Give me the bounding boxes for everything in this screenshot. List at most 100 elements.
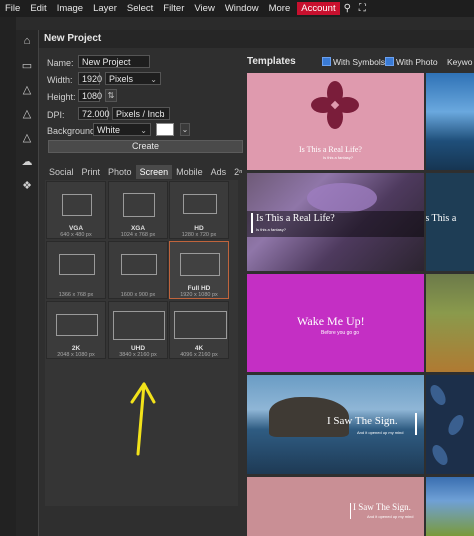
new-project-dialog: New Project Name: New Project Width: 192…	[38, 30, 474, 536]
menu-view[interactable]: View	[189, 3, 219, 14]
tab-print[interactable]: Print	[78, 165, 105, 179]
dpi-label: DPI:	[47, 110, 65, 120]
dropbox-icon[interactable]: ❖	[16, 174, 38, 196]
drive-icon-2[interactable]: △	[16, 102, 38, 124]
with-symbols-label: With Symbols	[333, 57, 385, 67]
preset-2k[interactable]: 2K 2048 x 1080 px	[46, 301, 106, 359]
template-card[interactable]	[426, 477, 474, 536]
template-title: I Saw The Sign.	[327, 415, 398, 427]
template-card[interactable]: Is This a Real Life? Is this a fantasy?	[247, 73, 424, 170]
preset-name: Full HD	[187, 285, 211, 292]
swap-dimensions-button[interactable]: ⇅	[105, 89, 117, 102]
create-button[interactable]: Create	[48, 140, 243, 153]
tab-mobile[interactable]: Mobile	[172, 165, 207, 179]
preset-size: 1366 x 768 px	[58, 292, 94, 298]
template-subtitle: Before you go go	[321, 330, 360, 336]
accent-bar	[415, 413, 417, 435]
menu-select[interactable]: Select	[122, 3, 158, 14]
template-subtitle: And it opened up my mind	[357, 430, 404, 435]
onedrive-icon[interactable]: ☁	[16, 150, 38, 172]
templates-header: Templates With Symbols With Photo Keywo	[247, 56, 474, 70]
preset-size: 4096 x 2160 px	[180, 352, 218, 358]
preset-size: 3840 x 2160 px	[119, 352, 157, 358]
checkbox-icon	[385, 57, 394, 66]
template-card[interactable]	[426, 73, 474, 170]
template-card[interactable]: Is This a	[426, 173, 474, 271]
template-card[interactable]: Wake Me Up! Before you go go	[247, 274, 424, 372]
with-symbols-checkbox[interactable]: With Symbols	[322, 57, 385, 67]
home-icon[interactable]: ⌂	[16, 30, 38, 52]
menu-filter[interactable]: Filter	[158, 3, 189, 14]
dpi-input[interactable]: 72.000	[78, 107, 110, 120]
fullscreen-icon[interactable]: ⛶	[355, 3, 370, 14]
preset-vga[interactable]: VGA 640 x 480 px	[46, 181, 106, 239]
preset-size: 640 x 480 px	[60, 232, 92, 238]
preset-frame	[62, 194, 92, 216]
tab-photo[interactable]: Photo	[104, 165, 136, 179]
chevron-down-icon: ⌄	[150, 75, 157, 84]
preset-tabs: Social Print Photo Screen Mobile Ads 2ⁿ	[45, 165, 243, 179]
chevron-down-icon: ⌄	[159, 110, 166, 119]
width-unit-select[interactable]: Pixels ⌄	[105, 72, 161, 85]
menu-more[interactable]: More	[264, 3, 296, 14]
template-card[interactable]	[426, 375, 474, 474]
menu-layer[interactable]: Layer	[88, 3, 122, 14]
keywords-label: Keywo	[447, 57, 473, 67]
height-input[interactable]: 1080	[78, 89, 102, 102]
template-title: Is This a Real Life?	[256, 213, 335, 224]
drive-icon-3[interactable]: △	[16, 126, 38, 148]
tab-ads[interactable]: Ads	[207, 165, 231, 179]
account-button[interactable]: Account	[297, 2, 340, 15]
preset-name: HD	[194, 225, 204, 232]
menu-image[interactable]: Image	[52, 3, 88, 14]
preset-size: 1920 x 1080 px	[180, 292, 218, 298]
preset-frame	[113, 311, 165, 340]
template-subtitle: Is this a fantasy?	[323, 155, 354, 160]
preset-full-hd[interactable]: Full HD 1920 x 1080 px	[169, 241, 229, 299]
template-card[interactable]: I Saw The Sign. And it opened up my mind	[247, 375, 424, 474]
preset-uhd[interactable]: UHD 3840 x 2160 px	[108, 301, 168, 359]
height-label: Height:	[47, 92, 76, 102]
drive-icon[interactable]: △	[16, 78, 38, 100]
dpi-unit-select[interactable]: Pixels / Inch ⌄	[112, 107, 170, 120]
template-title: Is This a	[426, 213, 457, 224]
with-photo-checkbox[interactable]: With Photo	[385, 57, 438, 67]
template-title: I Saw The Sign.	[353, 502, 411, 512]
width-input[interactable]: 1920	[78, 72, 102, 85]
preset-1366[interactable]: 1366 x 768 px	[46, 241, 106, 299]
template-card[interactable]: I Saw The Sign. And it opened up my mind	[247, 477, 424, 536]
preset-name: 4K	[194, 345, 204, 352]
tab-social[interactable]: Social	[45, 165, 78, 179]
preset-hd[interactable]: HD 1280 x 720 px	[169, 181, 229, 239]
background-value: White	[97, 125, 121, 135]
background-select[interactable]: White ⌄	[93, 123, 151, 136]
menu-window[interactable]: Window	[220, 3, 264, 14]
monitor-icon[interactable]: ▭	[16, 54, 38, 76]
template-card[interactable]: Is This a Real Life? Is this a fantasy?	[247, 173, 424, 271]
preset-frame	[121, 254, 157, 275]
templates-title: Templates	[247, 56, 296, 67]
menu-file[interactable]: File	[0, 3, 25, 14]
preset-4k[interactable]: 4K 4096 x 2160 px	[169, 301, 229, 359]
color-options-button[interactable]: ⌄	[180, 123, 190, 136]
menu-bar: File Edit Image Layer Select Filter View…	[0, 0, 474, 17]
preset-name: UHD	[130, 345, 146, 352]
preset-1600[interactable]: 1600 x 900 px	[108, 241, 168, 299]
width-label: Width:	[47, 75, 73, 85]
preset-name: VGA	[68, 225, 84, 232]
preset-frame	[180, 253, 220, 276]
background-color-swatch[interactable]	[156, 123, 174, 136]
leaf-pattern-icon	[430, 385, 464, 465]
search-icon[interactable]: ⚲	[340, 3, 355, 14]
menu-edit[interactable]: Edit	[25, 3, 51, 14]
name-input[interactable]: New Project	[78, 55, 150, 68]
template-title: Wake Me Up!	[297, 314, 365, 328]
preset-size: 2048 x 1080 px	[57, 352, 95, 358]
preset-frame	[59, 254, 95, 275]
preset-size: 1280 x 720 px	[181, 232, 217, 238]
dpi-unit-value: Pixels / Inch	[116, 109, 165, 119]
tab-screen[interactable]: Screen	[135, 165, 173, 179]
template-card[interactable]	[426, 274, 474, 372]
preset-xga[interactable]: XGA 1024 x 768 px	[108, 181, 168, 239]
tab-power[interactable]: 2ⁿ	[230, 165, 246, 179]
